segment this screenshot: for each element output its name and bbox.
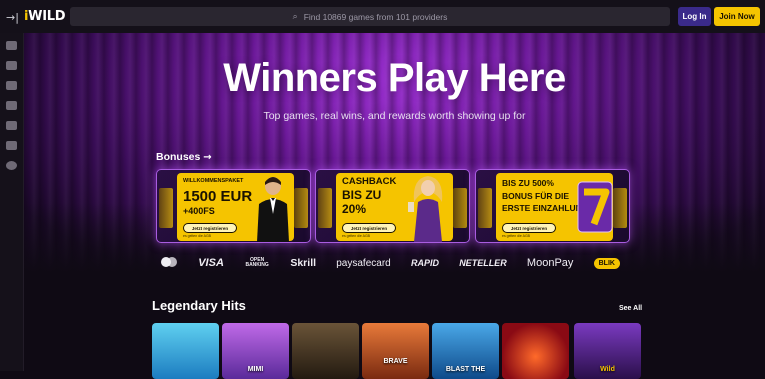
- search-icon: ⌕: [292, 11, 298, 22]
- blik-logo: BLIK: [593, 257, 620, 269]
- ticket-icon[interactable]: [6, 81, 17, 90]
- login-button[interactable]: Log In: [678, 7, 711, 26]
- cards-icon[interactable]: [6, 61, 17, 70]
- seven-icon: [577, 181, 613, 233]
- search-placeholder: Find 10869 games from 101 providers: [303, 11, 448, 22]
- hero-subline: Top games, real wins, and rewards worth …: [263, 110, 526, 122]
- hero-headline: Winners Play Here: [223, 56, 566, 100]
- bonus-card-cashback[interactable]: CASHBACK BIS ZU 20% Jetzt registrieren e…: [315, 169, 470, 243]
- mastercard-icon: [160, 256, 178, 271]
- join-now-button[interactable]: Join Now: [714, 7, 760, 26]
- bonus-spins: +400FS: [183, 206, 215, 216]
- register-button[interactable]: Jetzt registrieren: [342, 223, 396, 233]
- gift-icon[interactable]: [6, 121, 17, 130]
- register-button[interactable]: Jetzt registrieren: [183, 223, 237, 233]
- blocks-icon[interactable]: [6, 101, 17, 110]
- payment-methods-row: VISA OPEN BANKING Skrill paysafecard RAP…: [160, 254, 620, 272]
- terms-text: es gelten die AGB: [183, 234, 212, 238]
- tv-icon[interactable]: [6, 141, 17, 150]
- card-glow: [613, 188, 627, 228]
- terms-text: es gelten die AGB: [502, 234, 531, 238]
- card-glow: [478, 188, 492, 228]
- card-glow: [453, 188, 467, 228]
- bonus-title: CASHBACK: [342, 176, 397, 187]
- bonus-subtitle: BIS ZU: [342, 188, 382, 202]
- card-glow: [159, 188, 173, 228]
- blonde-character-image: [408, 176, 443, 242]
- bonus-title: BIS ZU 500%: [502, 178, 554, 188]
- gentleman-character-image: [257, 177, 289, 242]
- register-button[interactable]: Jetzt registrieren: [502, 223, 556, 233]
- legendary-hits-heading: Legendary Hits: [152, 298, 246, 313]
- neteller-logo: NETELLER: [459, 258, 507, 268]
- paysafecard-logo: paysafecard: [336, 257, 391, 269]
- settings-icon[interactable]: [6, 161, 17, 170]
- moonpay-logo: MoonPay: [526, 257, 574, 269]
- open-banking-logo: OPEN BANKING: [245, 256, 269, 268]
- card-glow: [294, 188, 308, 228]
- bonus-card-welcome[interactable]: WILLKOMMENSPAKET 1500 EUR +400FS Jetzt r…: [156, 169, 311, 243]
- bonuses-heading[interactable]: Bonuses →: [156, 151, 212, 163]
- arrow-right-icon: →: [203, 152, 212, 163]
- grid-icon[interactable]: [6, 41, 17, 50]
- sidebar-toggle-icon[interactable]: →|: [6, 11, 19, 24]
- sidebar: [0, 33, 24, 371]
- search-input[interactable]: ⌕ Find 10869 games from 101 providers: [70, 7, 670, 26]
- bonus-amount: 1500 EUR: [183, 188, 253, 205]
- top-bar: →| iWILD ⌕ Find 10869 games from 101 pro…: [0, 0, 765, 33]
- bonus-subtitle: BONUS FÜR DIE: [502, 191, 570, 201]
- card-glow: [318, 188, 332, 228]
- bonus-percent: 20%: [342, 202, 367, 216]
- bonus-tag: WILLKOMMENSPAKET: [183, 178, 244, 184]
- bonus-card-first-deposit[interactable]: BIS ZU 500% BONUS FÜR DIE ERSTE EINZAHLU…: [475, 169, 630, 243]
- skrill-logo: Skrill: [290, 257, 317, 269]
- visa-logo: VISA: [198, 257, 224, 269]
- rapid-logo: RAPID: [410, 258, 439, 268]
- terms-text: es gelten die AGB: [342, 234, 371, 238]
- see-all-link[interactable]: See All: [619, 305, 642, 312]
- site-logo[interactable]: iWILD: [24, 9, 66, 24]
